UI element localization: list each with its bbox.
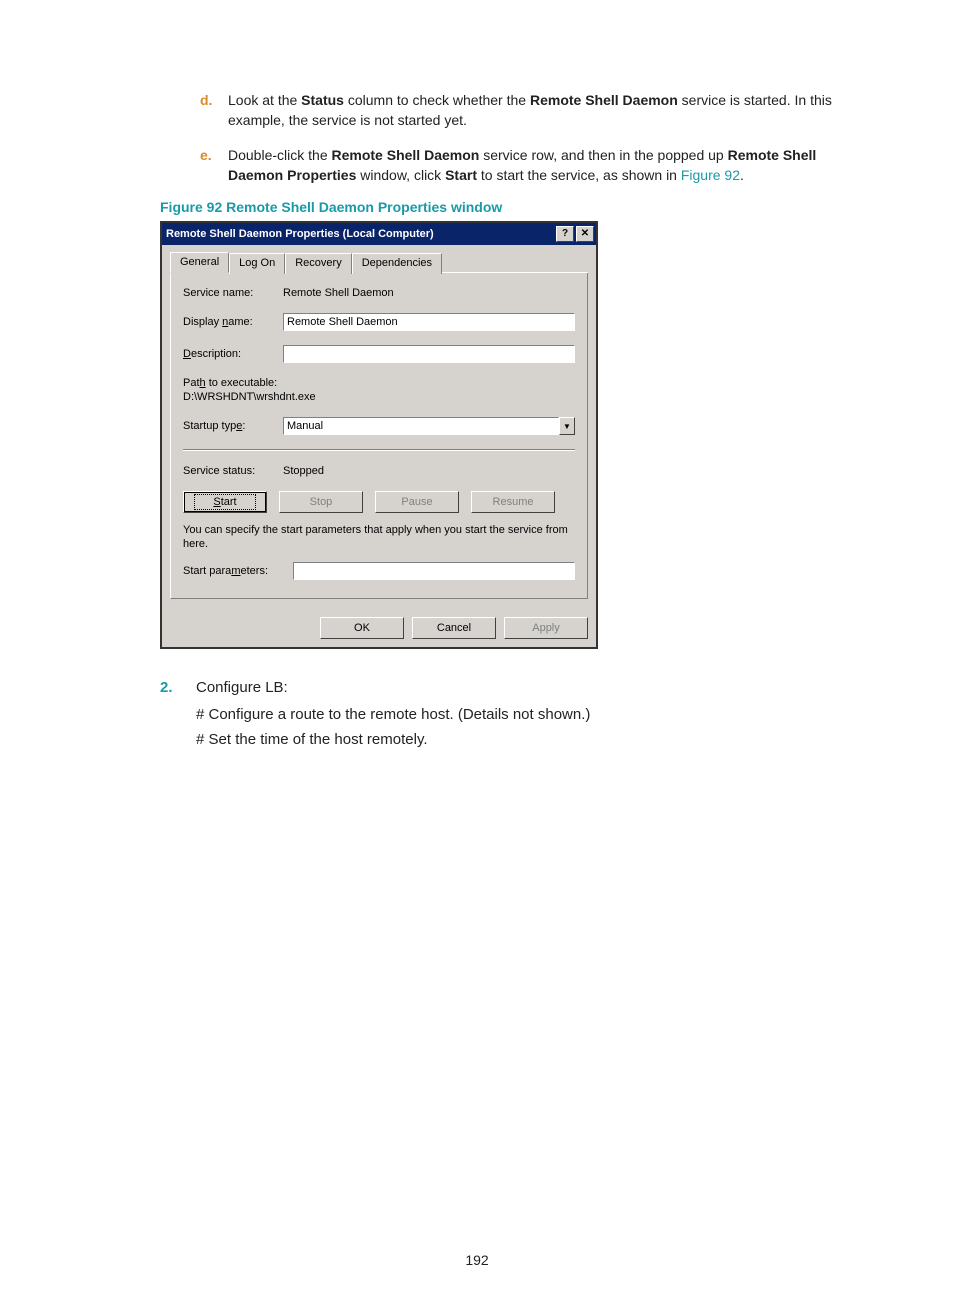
- step-d-text: Look at the Status column to check wheth…: [228, 90, 864, 131]
- resume-button[interactable]: Resume: [471, 491, 555, 513]
- apply-button[interactable]: Apply: [504, 617, 588, 639]
- startup-type-label: Startup type:: [183, 420, 283, 432]
- tab-recovery[interactable]: Recovery: [285, 253, 351, 274]
- startup-type-select[interactable]: ▼: [283, 417, 575, 435]
- step-2: 2. Configure LB:: [160, 679, 864, 696]
- separator: [183, 449, 575, 451]
- pause-button[interactable]: Pause: [375, 491, 459, 513]
- step-d-letter: d.: [200, 90, 228, 131]
- display-name-label: Display name:: [183, 316, 283, 328]
- service-status-label: Service status:: [183, 465, 283, 477]
- startup-type-value[interactable]: [283, 417, 559, 435]
- help-icon[interactable]: ?: [556, 226, 574, 242]
- properties-dialog: Remote Shell Daemon Properties (Local Co…: [160, 221, 598, 649]
- tab-dependencies[interactable]: Dependencies: [352, 253, 442, 274]
- chevron-down-icon[interactable]: ▼: [559, 417, 575, 435]
- general-panel: Service name: Remote Shell Daemon Displa…: [170, 272, 588, 599]
- path-label: Path to executable:: [183, 377, 575, 389]
- step-2-text: Configure LB:: [196, 679, 288, 696]
- hash-line-1: # Configure a route to the remote host. …: [196, 702, 864, 728]
- step-d: d. Look at the Status column to check wh…: [200, 90, 864, 131]
- page-number: 192: [0, 1252, 954, 1268]
- step-2-marker: 2.: [160, 679, 196, 696]
- description-input[interactable]: [283, 345, 575, 363]
- service-status-value: Stopped: [283, 465, 324, 477]
- tab-general[interactable]: General: [170, 252, 229, 273]
- close-icon[interactable]: ✕: [576, 226, 594, 242]
- service-name-value: Remote Shell Daemon: [283, 287, 394, 299]
- start-button[interactable]: Start: [183, 491, 267, 513]
- dialog-title: Remote Shell Daemon Properties (Local Co…: [166, 228, 434, 240]
- start-params-label: Start parameters:: [183, 565, 293, 577]
- figure-92-link[interactable]: Figure 92: [681, 167, 740, 183]
- step-e-text: Double-click the Remote Shell Daemon ser…: [228, 145, 864, 186]
- titlebar[interactable]: Remote Shell Daemon Properties (Local Co…: [162, 223, 596, 245]
- ok-button[interactable]: OK: [320, 617, 404, 639]
- stop-button[interactable]: Stop: [279, 491, 363, 513]
- tab-logon[interactable]: Log On: [229, 253, 285, 274]
- start-params-input[interactable]: [293, 562, 575, 580]
- step-e-letter: e.: [200, 145, 228, 186]
- start-params-note: You can specify the start parameters tha…: [183, 523, 575, 552]
- hash-line-2: # Set the time of the host remotely.: [196, 727, 864, 753]
- display-name-input[interactable]: [283, 313, 575, 331]
- path-value: D:\WRSHDNT\wrshdnt.exe: [183, 391, 575, 403]
- figure-caption: Figure 92 Remote Shell Daemon Properties…: [160, 199, 864, 215]
- description-label: Description:: [183, 348, 283, 360]
- service-name-label: Service name:: [183, 287, 283, 299]
- tabs: General Log On Recovery Dependencies: [170, 251, 588, 273]
- step-e: e. Double-click the Remote Shell Daemon …: [200, 145, 864, 186]
- cancel-button[interactable]: Cancel: [412, 617, 496, 639]
